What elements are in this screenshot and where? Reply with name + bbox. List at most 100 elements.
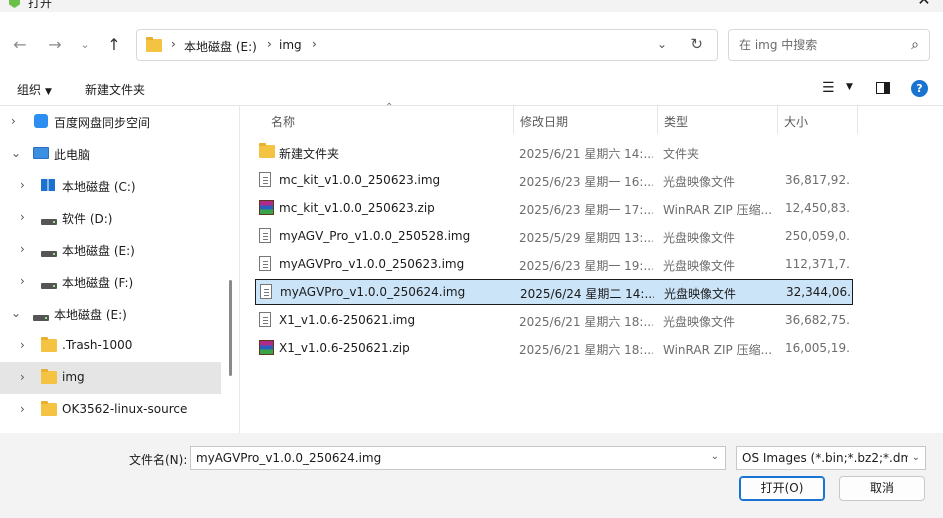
file-size: 36,817,92... <box>785 173 851 187</box>
breadcrumb-img[interactable]: img <box>279 38 302 52</box>
folder-icon <box>146 37 162 52</box>
up-arrow-icon[interactable]: ↑ <box>103 34 125 56</box>
search-icon[interactable]: ⌕ <box>911 37 919 53</box>
address-bar[interactable]: › 本地磁盘 (E:) › img › ⌄ ↻ <box>136 29 718 61</box>
nav-scrollbar[interactable] <box>229 280 232 376</box>
chevron-right-icon[interactable]: › <box>20 274 25 288</box>
organize-label: 组织 <box>17 83 42 97</box>
nav-item-drive-d[interactable]: › 软件 (D:) <box>0 202 221 234</box>
column-separator[interactable] <box>513 106 514 134</box>
file-size: 12,450,83... <box>785 201 851 215</box>
column-header-date[interactable]: 修改日期 <box>520 106 568 134</box>
file-row[interactable]: X1_v1.0.6-250621.img 2025/6/21 星期六 18:..… <box>255 307 853 333</box>
file-row[interactable]: myAGVPro_v1.0.0_250623.img 2025/6/23 星期一… <box>255 251 853 277</box>
sort-ascending-icon: ⌃ <box>385 102 394 113</box>
breadcrumb-drive-e[interactable]: 本地磁盘 (E:) <box>184 38 257 55</box>
file-row[interactable]: mc_kit_v1.0.0_250623.zip 2025/6/23 星期一 1… <box>255 195 853 221</box>
chevron-right-icon[interactable]: › <box>20 338 25 352</box>
file-type-filter[interactable]: OS Images (*.bin;*.bz2;*.dmg ⌄ <box>736 446 926 470</box>
chevron-down-icon[interactable]: ⌄ <box>909 452 920 463</box>
new-folder-button[interactable]: 新建文件夹 <box>85 81 145 98</box>
recent-locations-chevron-icon[interactable]: ⌄ <box>74 34 96 56</box>
disc-image-icon <box>259 228 271 243</box>
toolbar: 组织 ▼ 新建文件夹 ☰ ▼ ? <box>0 72 943 106</box>
help-icon[interactable]: ? <box>911 80 928 97</box>
caret-down-icon: ▼ <box>45 87 52 97</box>
search-input[interactable] <box>739 36 899 54</box>
column-separator[interactable] <box>777 106 778 134</box>
file-date: 2025/6/23 星期一 16:... <box>519 175 653 189</box>
file-type: 光盘映像文件 <box>663 259 736 273</box>
back-arrow-icon[interactable]: ← <box>9 34 31 56</box>
nav-item-trash-1000[interactable]: › .Trash-1000 <box>0 330 221 362</box>
nav-item-label: OK3562-linux-source <box>62 402 188 416</box>
chevron-right-icon[interactable]: › <box>171 37 176 51</box>
column-header-name[interactable]: 名称 <box>271 106 295 134</box>
nav-item-label: 百度网盘同步空间 <box>54 116 151 130</box>
file-row[interactable]: X1_v1.0.6-250621.zip 2025/6/21 星期六 18:..… <box>255 335 853 361</box>
chevron-down-icon[interactable]: ⌄ <box>711 451 719 462</box>
nav-item-drive-f[interactable]: › 本地磁盘 (F:) <box>0 266 221 298</box>
file-name: myAGVPro_v1.0.0_250623.img <box>279 257 465 271</box>
column-header-size[interactable]: 大小 <box>784 106 808 134</box>
nav-item-img[interactable]: › img <box>0 362 221 394</box>
column-header-type[interactable]: 类型 <box>664 106 688 134</box>
file-type-filter-value: OS Images (*.bin;*.bz2;*.dmg <box>742 451 908 465</box>
chevron-right-icon[interactable]: › <box>20 370 25 384</box>
nav-item-drive-e-root[interactable]: ⌄ 本地磁盘 (E:) <box>0 298 221 330</box>
preview-pane-icon[interactable] <box>876 82 890 94</box>
file-type: WinRAR ZIP 压缩... <box>663 203 773 217</box>
folder-icon <box>41 369 57 384</box>
filename-combobox[interactable]: ⌄ <box>190 446 726 470</box>
nav-item-label: 本地磁盘 (C:) <box>62 180 136 194</box>
close-icon[interactable]: ✕ <box>911 0 937 10</box>
nav-item-baidu-sync[interactable]: › 百度网盘同步空间 <box>0 106 221 138</box>
app-icon <box>9 0 20 8</box>
nav-item-ok3562-linux-source[interactable]: › OK3562-linux-source <box>0 394 221 426</box>
file-row[interactable]: mc_kit_v1.0.0_250623.img 2025/6/23 星期一 1… <box>255 167 853 193</box>
chevron-right-icon[interactable]: › <box>312 37 317 51</box>
chevron-right-icon[interactable]: › <box>11 114 16 128</box>
nav-item-label: 本地磁盘 (F:) <box>62 276 134 290</box>
nav-item-this-pc[interactable]: ⌄ 此电脑 <box>0 138 221 170</box>
file-name: mc_kit_v1.0.0_250623.zip <box>279 201 435 215</box>
chevron-right-icon[interactable]: › <box>20 178 25 192</box>
file-type: 光盘映像文件 <box>663 231 736 245</box>
chevron-right-icon[interactable]: › <box>20 402 25 416</box>
search-box[interactable]: ⌕ <box>728 29 930 61</box>
winrar-icon <box>259 340 274 355</box>
file-row[interactable]: myAGV_Pro_v1.0.0_250528.img 2025/5/29 星期… <box>255 223 853 249</box>
chevron-right-icon[interactable]: › <box>20 210 25 224</box>
column-separator[interactable] <box>857 106 858 134</box>
organize-menu[interactable]: 组织 ▼ <box>17 81 52 98</box>
file-date: 2025/5/29 星期四 13:... <box>519 231 653 245</box>
folder-icon <box>259 143 275 158</box>
file-date: 2025/6/21 星期六 14:... <box>519 147 653 161</box>
forward-arrow-icon[interactable]: → <box>44 34 66 56</box>
folder-icon <box>41 337 57 352</box>
nav-item-drive-e[interactable]: › 本地磁盘 (E:) <box>0 234 221 266</box>
file-type: 光盘映像文件 <box>663 315 736 329</box>
file-row-selected[interactable]: myAGVPro_v1.0.0_250624.img 2025/6/24 星期二… <box>255 279 853 305</box>
file-name: myAGV_Pro_v1.0.0_250528.img <box>279 229 471 243</box>
chevron-down-icon[interactable]: ⌄ <box>11 306 21 320</box>
windows-drive-icon <box>41 179 55 191</box>
chevron-right-icon[interactable]: › <box>20 242 25 256</box>
chevron-right-icon[interactable]: › <box>267 37 272 51</box>
chevron-down-icon[interactable]: ⌄ <box>11 146 21 160</box>
disc-image-icon <box>259 256 271 271</box>
open-button[interactable]: 打开(O) <box>739 476 825 501</box>
file-date: 2025/6/24 星期二 14:... <box>520 287 654 301</box>
caret-down-icon[interactable]: ▼ <box>846 82 853 92</box>
filename-input[interactable] <box>196 450 696 466</box>
column-separator[interactable] <box>657 106 658 134</box>
file-size: 16,005,19... <box>785 341 851 355</box>
refresh-icon[interactable]: ↻ <box>690 35 703 53</box>
nav-item-drive-c[interactable]: › 本地磁盘 (C:) <box>0 170 221 202</box>
address-dropdown-icon[interactable]: ⌄ <box>657 37 667 51</box>
file-row[interactable]: 新建文件夹 2025/6/21 星期六 14:... 文件夹 <box>255 139 853 165</box>
view-list-icon[interactable]: ☰ <box>822 80 835 96</box>
winrar-icon <box>259 200 274 215</box>
cancel-button[interactable]: 取消 <box>839 476 925 501</box>
file-list: ⌃ 名称 修改日期 类型 大小 新建文件夹 2025/6/21 星期六 14:.… <box>240 102 943 433</box>
